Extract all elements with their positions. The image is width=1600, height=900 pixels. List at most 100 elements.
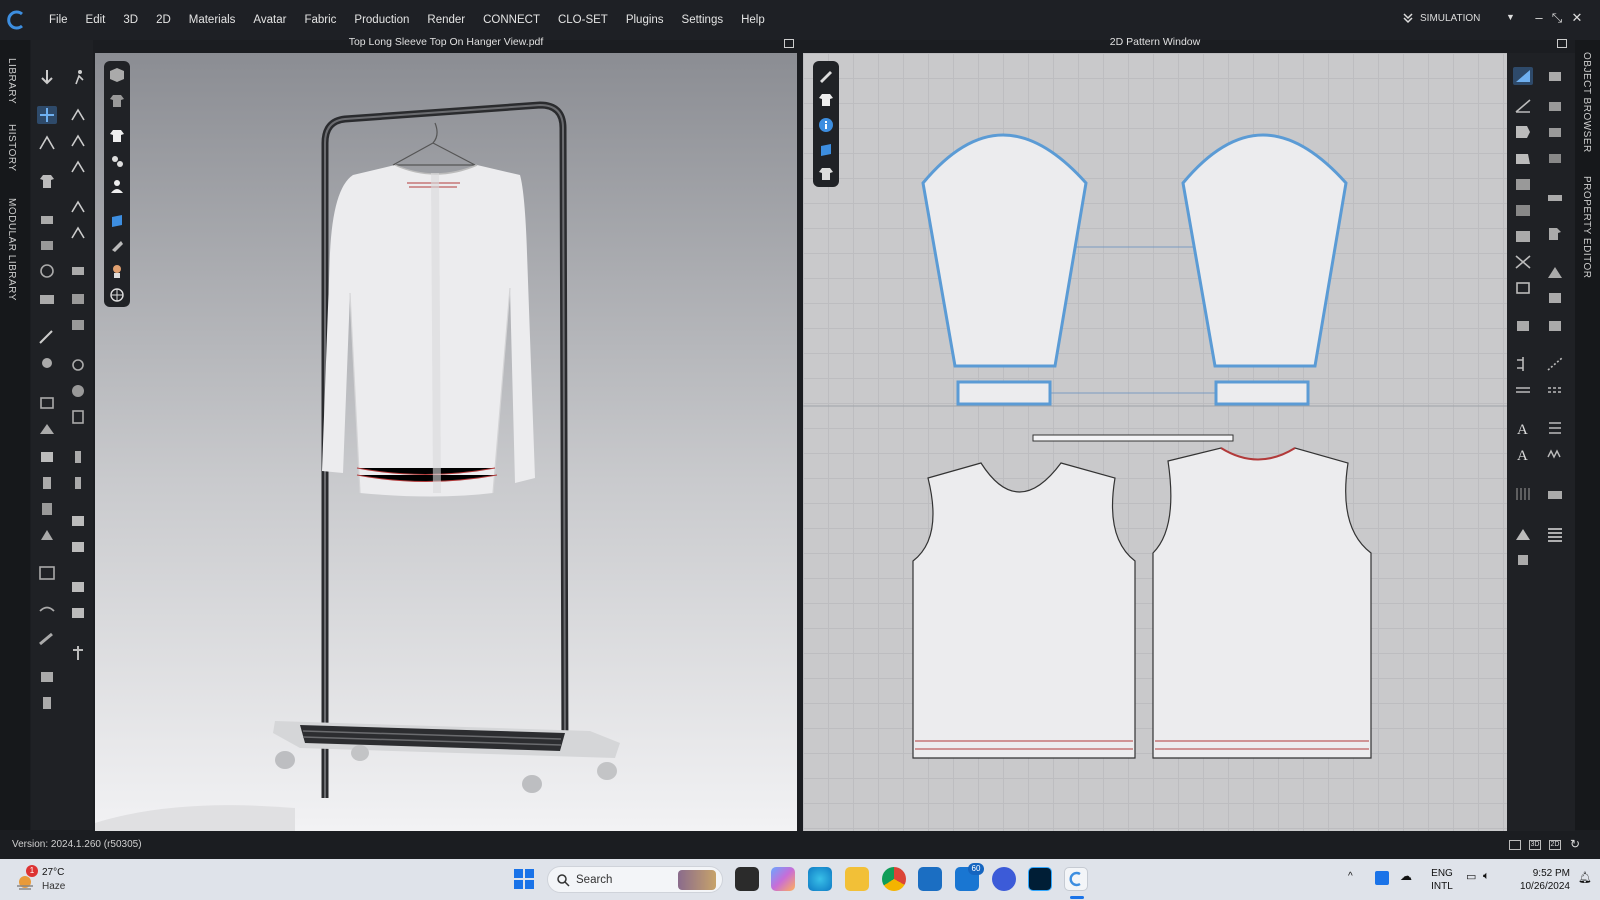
segment-sewing-icon[interactable] <box>1513 355 1533 373</box>
arrangement-icon[interactable] <box>37 290 57 308</box>
avatar-display-icon[interactable] <box>109 178 125 194</box>
steam-2d-icon[interactable] <box>1545 187 1565 205</box>
dart-icon[interactable] <box>1513 227 1533 245</box>
text-annotation-2-icon[interactable]: A <box>1513 445 1533 464</box>
stitch-icon[interactable] <box>68 290 88 308</box>
tray-app-icon[interactable] <box>1375 871 1389 885</box>
lengthen-icon[interactable] <box>1545 123 1565 141</box>
texture-display-icon[interactable] <box>109 153 125 169</box>
unfold-icon[interactable] <box>1545 97 1565 115</box>
layer-icon[interactable] <box>68 578 88 596</box>
clo-active-icon[interactable] <box>1064 867 1088 891</box>
mode-dropdown-arrow-icon[interactable]: ▼ <box>1506 12 1515 22</box>
copilot-icon[interactable] <box>771 867 795 891</box>
shirt-display-icon[interactable] <box>109 128 125 144</box>
menu-3d[interactable]: 3D <box>114 0 147 40</box>
2d-window-maximize-icon[interactable] <box>1557 39 1567 48</box>
menu-help[interactable]: Help <box>732 0 774 40</box>
garment-2d-icon[interactable] <box>818 166 834 182</box>
photoshop-icon[interactable] <box>1028 867 1052 891</box>
strengthen-icon[interactable] <box>68 158 88 176</box>
transform-pattern-icon[interactable] <box>1513 123 1533 141</box>
fabric-tool-icon[interactable] <box>37 668 57 686</box>
pose-icon[interactable] <box>68 106 88 124</box>
deform-icon[interactable] <box>68 262 88 280</box>
fabric-block-2-icon[interactable] <box>68 538 88 556</box>
chrome-icon[interactable] <box>882 867 906 891</box>
steam-icon[interactable] <box>37 354 57 372</box>
pin-icon[interactable] <box>37 210 57 228</box>
tack-icon[interactable] <box>37 236 57 254</box>
cube-view-icon[interactable] <box>109 67 125 83</box>
tray-chevron-icon[interactable]: ^ <box>1348 871 1353 882</box>
menu-connect[interactable]: CONNECT <box>474 0 549 40</box>
button-3d-icon[interactable] <box>68 356 88 374</box>
refresh-icon[interactable]: ↻ <box>1570 837 1580 851</box>
pin-3d-icon[interactable] <box>68 224 88 242</box>
tab-history[interactable]: HISTORY <box>6 124 17 172</box>
fabric-2d-icon[interactable] <box>818 142 834 158</box>
trim-icon[interactable] <box>68 448 88 466</box>
language-bottom[interactable]: INTL <box>1428 881 1456 892</box>
edit-texture-icon[interactable] <box>37 394 57 412</box>
thickness-icon[interactable] <box>109 238 125 254</box>
3d-window-maximize-icon[interactable] <box>784 39 794 48</box>
piping-icon[interactable] <box>37 474 57 492</box>
baseline-icon[interactable] <box>1513 525 1533 543</box>
free-sewing-icon[interactable] <box>1513 381 1533 399</box>
grading-icon[interactable] <box>1513 485 1533 503</box>
avatar-tool-icon[interactable] <box>68 644 88 662</box>
symmetric-icon[interactable] <box>1545 67 1565 85</box>
zipper-icon[interactable] <box>37 448 57 466</box>
buttonhole-icon[interactable] <box>68 382 88 400</box>
shirt-2d-icon[interactable] <box>818 92 834 108</box>
rectangle-icon[interactable] <box>1513 175 1533 193</box>
button-icon[interactable] <box>37 420 57 438</box>
close-icon[interactable]: ✕ <box>1570 10 1584 26</box>
edit-point-icon[interactable] <box>1513 97 1533 115</box>
select-move-icon[interactable] <box>37 68 57 86</box>
2d-pattern-viewport[interactable] <box>803 53 1507 831</box>
fold-arrangement-icon[interactable] <box>1545 225 1565 243</box>
menu-materials[interactable]: Materials <box>180 0 245 40</box>
table-icon[interactable] <box>1545 525 1565 543</box>
minimize-icon[interactable]: – <box>1532 10 1546 25</box>
language-top[interactable]: ENG <box>1428 868 1456 879</box>
menu-production[interactable]: Production <box>345 0 418 40</box>
clo-app-icon[interactable] <box>992 867 1016 891</box>
clock-time[interactable]: 9:52 PM <box>1514 868 1570 879</box>
network-icon[interactable]: ☁ <box>1400 869 1412 883</box>
text-annotation-icon[interactable]: A <box>1513 419 1533 438</box>
windows-start-icon[interactable] <box>513 868 535 890</box>
3d-viewport[interactable] <box>95 53 797 831</box>
menu-plugins[interactable]: Plugins <box>617 0 673 40</box>
restore-icon[interactable]: ⤡ <box>1550 10 1564 26</box>
layer-2-icon[interactable] <box>68 604 88 622</box>
menu-clo-set[interactable]: CLO-SET <box>549 0 617 40</box>
tab-modular-library[interactable]: MODULAR LIBRARY <box>6 198 17 301</box>
notification-bell-icon[interactable]: 🔔︎ <box>1578 871 1592 884</box>
display-icon[interactable]: ▭ <box>1466 870 1476 883</box>
seam-length-icon[interactable] <box>1545 381 1565 399</box>
fabric-render-icon[interactable] <box>109 213 125 229</box>
slash-spread-icon[interactable] <box>1545 149 1565 167</box>
dimension-icon[interactable] <box>1545 419 1565 437</box>
pattern-pen-icon[interactable] <box>818 67 834 83</box>
clo-logo-icon[interactable] <box>6 9 28 31</box>
edit-pattern-icon[interactable] <box>1513 67 1533 85</box>
fabric-2d-grain-icon[interactable] <box>1545 317 1565 335</box>
avatar-measure-icon[interactable] <box>37 262 57 280</box>
tab-property-editor[interactable]: PROPERTY EDITOR <box>1581 176 1592 279</box>
trim-2-icon[interactable] <box>68 474 88 492</box>
menu-fabric[interactable]: Fabric <box>295 0 345 40</box>
fit-map-icon[interactable] <box>37 602 57 620</box>
zigzag-icon[interactable] <box>1545 445 1565 463</box>
menu-avatar[interactable]: Avatar <box>244 0 295 40</box>
menu-file[interactable]: File <box>40 0 77 40</box>
select-mesh-icon[interactable] <box>68 132 88 150</box>
volume-icon[interactable]: 🔈︎ <box>1483 870 1490 883</box>
menu-settings[interactable]: Settings <box>673 0 733 40</box>
info-icon[interactable] <box>818 117 834 133</box>
notch-icon[interactable] <box>1513 279 1533 297</box>
tab-library[interactable]: LIBRARY <box>6 58 17 104</box>
